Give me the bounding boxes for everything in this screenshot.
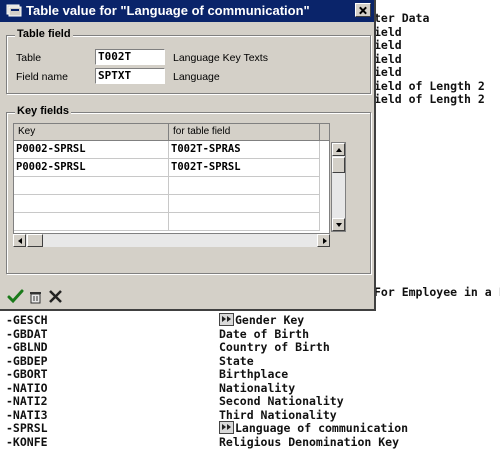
fieldname-input[interactable]: SPTXT (95, 68, 165, 84)
dialog-title: Table value for "Language of communicati… (26, 3, 310, 18)
field-desc: Language of communication (219, 421, 408, 435)
field-name: -NATIO (6, 381, 48, 395)
listing-right-text: ield (374, 38, 402, 52)
arrow-right-icon (323, 238, 327, 244)
list-item[interactable]: -GBDEP State (0, 354, 500, 368)
list-item[interactable]: -GBDAT Date of Birth (0, 327, 500, 341)
field-name: -GBDAT (6, 327, 48, 341)
listing-right-text: ter Data (374, 11, 430, 25)
field-desc-text: Gender Key (235, 313, 305, 327)
field-name: -GBLND (6, 340, 48, 354)
table-cell-key[interactable]: P0002-SPRSL (14, 159, 169, 177)
fieldname-description: Language (173, 71, 220, 83)
table-cell-empty[interactable] (14, 213, 169, 231)
field-desc: Nationality (219, 381, 296, 395)
scroll-right-button[interactable] (317, 234, 330, 247)
close-button[interactable] (355, 3, 371, 17)
list-item[interactable]: -NATI2 Second Nationality (0, 394, 500, 408)
listing-right-text: ield of Length 2 (374, 79, 485, 93)
table-cell-empty[interactable] (169, 213, 320, 231)
listing-right-text: ield (374, 52, 402, 66)
list-item[interactable]: -NATI3 Third Nationality (0, 408, 500, 422)
list-item[interactable]: -NATIO Nationality (0, 381, 500, 395)
field-name: -NATI2 (6, 394, 48, 408)
listing-right-text: ield of Length 2 (374, 92, 485, 106)
field-name: -NATI3 (6, 408, 48, 422)
list-item[interactable]: -SPRSL Language of communication (0, 421, 500, 435)
field-desc: Religious Denomination Key (219, 435, 400, 449)
table-input[interactable]: T002T (95, 49, 165, 65)
table-cell-field[interactable]: T002T-SPRAS (169, 141, 320, 159)
list-item[interactable]: -GBLND Country of Birth (0, 340, 500, 354)
field-name: -GBDEP (6, 354, 48, 368)
field-desc: Third Nationality (219, 408, 337, 422)
double-arrow-icon (219, 421, 234, 434)
column-header-key[interactable]: Key (14, 124, 169, 141)
double-arrow-icon (219, 313, 234, 326)
column-header-filler (320, 124, 330, 141)
field-desc: Second Nationality (219, 394, 344, 408)
group-title: Table field (15, 28, 73, 40)
field-desc: Gender Key (219, 313, 304, 327)
field-desc: State (219, 354, 254, 368)
title-bar[interactable]: Table value for "Language of communicati… (0, 0, 374, 22)
sap-window-icon (6, 4, 22, 17)
list-item[interactable]: -GBORT Birthplace (0, 367, 500, 381)
field-desc: Date of Birth (219, 327, 310, 341)
cancel-x-icon[interactable] (47, 288, 64, 305)
key-fields-table: Key for table field P0002-SPRSL T002T-SP… (13, 123, 330, 247)
table-cell-empty[interactable] (14, 177, 169, 195)
table-description: Language Key Texts (173, 52, 268, 64)
table-cell-field[interactable]: T002T-SPRSL (169, 159, 320, 177)
arrow-up-icon (336, 148, 342, 152)
field-desc: Country of Birth (219, 340, 330, 354)
scroll-thumb-horizontal[interactable] (27, 234, 43, 247)
table-cell-empty[interactable] (169, 195, 320, 213)
field-desc-text: Language of communication (235, 421, 409, 435)
table-cell-empty[interactable] (14, 195, 169, 213)
scroll-down-button[interactable] (332, 218, 345, 231)
value-dialog: Table value for "Language of communicati… (0, 0, 376, 311)
fieldname-label: Field name (16, 71, 68, 83)
field-name: -GBORT (6, 367, 48, 381)
checkmark-icon[interactable] (7, 288, 24, 305)
field-name: -KONFE (6, 435, 48, 449)
trash-icon[interactable] (27, 288, 44, 305)
table-cell-key[interactable]: P0002-SPRSL (14, 141, 169, 159)
scroll-up-button[interactable] (332, 143, 345, 156)
scroll-left-button[interactable] (13, 234, 26, 247)
list-item[interactable]: -GESCH Gender Key (0, 313, 500, 327)
group-title: Key fields (15, 105, 71, 117)
arrow-left-icon (18, 238, 22, 244)
field-name: -SPRSL (6, 421, 48, 435)
column-header-table-field[interactable]: for table field (169, 124, 320, 141)
listing-right-text: ield (374, 65, 402, 79)
table-field-group: Table field (6, 28, 371, 94)
vertical-scrollbar[interactable] (331, 142, 346, 232)
list-item[interactable]: -KONFE Religious Denomination Key (0, 435, 500, 449)
table-label: Table (16, 52, 42, 64)
listing-right-text: For Employee in a L (374, 285, 500, 299)
scroll-thumb[interactable] (332, 157, 345, 173)
listing-right-text: ield (374, 25, 402, 39)
field-name: -GESCH (6, 313, 48, 327)
arrow-down-icon (336, 223, 342, 227)
table-cell-empty[interactable] (169, 177, 320, 195)
horizontal-scrollbar[interactable] (13, 233, 330, 247)
field-desc: Birthplace (219, 367, 289, 381)
